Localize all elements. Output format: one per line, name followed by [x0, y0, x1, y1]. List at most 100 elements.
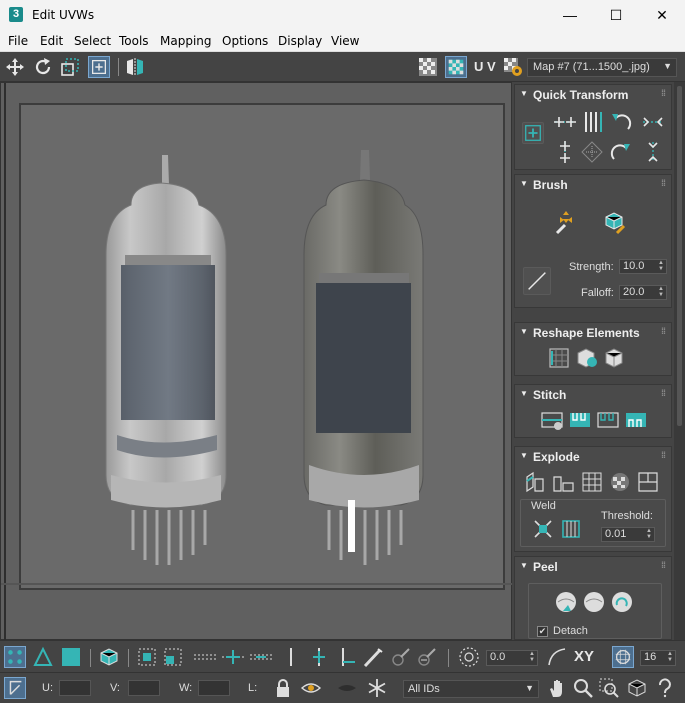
menu-file[interactable]: File — [8, 34, 28, 48]
break-icon[interactable] — [635, 469, 661, 495]
zoom-extents-icon[interactable] — [626, 677, 648, 699]
uv-texture-area[interactable] — [19, 103, 505, 590]
menu-mapping[interactable]: Mapping — [160, 34, 212, 48]
minimize-button[interactable]: — — [547, 0, 593, 30]
soft-select-icon[interactable] — [458, 646, 480, 668]
spinner-arrows-icon[interactable]: ▲ ▼ — [529, 651, 535, 663]
hide-unselected-icon[interactable] — [300, 677, 322, 699]
strength-spinner[interactable]: 10.0 ▲ ▼ — [619, 259, 667, 274]
rollout-header-brush[interactable]: ▼ Brush ⁞⁞ — [515, 175, 671, 195]
loop-grow-icon[interactable] — [308, 646, 330, 668]
detach-checkbox[interactable]: ✔ — [537, 626, 548, 637]
ring-shrink-icon[interactable] — [248, 646, 274, 668]
maximize-button[interactable]: ☐ — [593, 0, 639, 30]
flatten-checker-icon[interactable] — [607, 469, 633, 495]
paint-select-grow-icon[interactable] — [390, 646, 412, 668]
drag-grip-icon[interactable]: ⁞⁞ — [661, 450, 666, 460]
paint-select-icon[interactable] — [362, 646, 384, 668]
menu-view[interactable]: View — [331, 34, 359, 48]
rotate-icon[interactable] — [32, 56, 54, 78]
menu-options[interactable]: Options — [222, 34, 268, 48]
pan-hand-icon[interactable] — [546, 677, 568, 699]
element-select-icon[interactable] — [98, 646, 120, 668]
v-coordinate-field[interactable] — [128, 680, 160, 696]
rollout-header-peel[interactable]: ▼ Peel ⁞⁞ — [515, 557, 671, 577]
zoom-icon[interactable] — [572, 677, 594, 699]
menu-display[interactable]: Display — [278, 34, 322, 48]
grid-snap-icon[interactable] — [612, 646, 634, 668]
spinner-arrows-icon[interactable]: ▲ ▼ — [667, 651, 673, 663]
scale-icon[interactable] — [59, 56, 81, 78]
align-vertical-space-icon[interactable] — [579, 109, 605, 135]
show-map-icon[interactable] — [445, 56, 467, 78]
drag-grip-icon[interactable]: ⁞⁞ — [661, 178, 666, 188]
rollout-header-stitch[interactable]: ▼ Stitch ⁞⁞ — [515, 385, 671, 405]
panel-scrollbar[interactable] — [674, 82, 685, 640]
uv-editor-viewport[interactable] — [0, 82, 513, 641]
spinner-arrows-icon[interactable]: ▲ ▼ — [658, 286, 664, 298]
grow-selection-icon[interactable] — [136, 646, 158, 668]
drag-grip-icon[interactable]: ⁞⁞ — [661, 560, 666, 570]
help-icon[interactable] — [654, 677, 676, 699]
drag-grip-icon[interactable]: ⁞⁞ — [661, 388, 666, 398]
scrollbar-thumb[interactable] — [677, 86, 682, 426]
uv-axis-label[interactable]: U V — [474, 59, 500, 81]
peel-mode-icon[interactable] — [581, 589, 607, 615]
quick-peel-icon[interactable] — [553, 589, 579, 615]
material-id-select[interactable]: All IDs ▼ — [403, 680, 539, 698]
shrink-selection-icon[interactable] — [162, 646, 184, 668]
drag-grip-icon[interactable]: ⁞⁞ — [661, 88, 666, 98]
paint-select-shrink-icon[interactable] — [416, 646, 438, 668]
mirror-icon[interactable] — [124, 56, 146, 78]
absolute-offset-toggle-icon[interactable] — [4, 677, 26, 699]
ring-grow-icon[interactable] — [220, 646, 246, 668]
lock-icon[interactable] — [272, 677, 294, 699]
hide-icon[interactable] — [336, 677, 358, 699]
stitch-custom-icon[interactable] — [539, 407, 565, 433]
u-coordinate-field[interactable] — [59, 680, 91, 696]
loop-shrink-icon[interactable] — [336, 646, 358, 668]
falloff-spinner[interactable]: 20.0 ▲ ▼ — [619, 285, 667, 300]
flatten-by-polygon-angle-icon[interactable] — [523, 469, 549, 495]
rotate-cw-icon[interactable] — [608, 139, 634, 165]
rollout-header-explode[interactable]: ▼ Explode ⁞⁞ — [515, 447, 671, 467]
freeze-icon[interactable] — [366, 677, 388, 699]
stitch-to-target-icon[interactable] — [567, 407, 593, 433]
menu-select[interactable]: Select — [74, 34, 111, 48]
align-horizontal-icon[interactable] — [552, 109, 578, 135]
checker-display-icon[interactable] — [417, 56, 439, 78]
weld-selected-icon[interactable] — [531, 517, 555, 541]
align-vertical-icon[interactable] — [552, 139, 578, 165]
falloff-space-toggle[interactable]: XY — [574, 648, 600, 670]
polygon-select-icon[interactable] — [60, 646, 82, 668]
edge-select-icon[interactable] — [32, 646, 54, 668]
space-vertical-icon[interactable] — [640, 139, 666, 165]
freeform-icon[interactable] — [88, 56, 110, 78]
flatten-by-material-id-icon[interactable] — [579, 469, 605, 495]
stitch-average-icon[interactable] — [595, 407, 621, 433]
texture-map-select[interactable]: Map #7 (71...1500_.jpg) ▼ — [527, 58, 677, 77]
stitch-to-source-icon[interactable] — [623, 407, 649, 433]
menu-tools[interactable]: Tools — [119, 34, 149, 48]
weld-target-icon[interactable] — [559, 517, 583, 541]
relax-shape-icon[interactable] — [602, 345, 628, 371]
rollout-header-reshape[interactable]: ▼ Reshape Elements ⁞⁞ — [515, 323, 671, 343]
close-button[interactable]: ✕ — [639, 0, 685, 30]
move-icon[interactable] — [4, 56, 26, 78]
edge-loop-icon[interactable] — [280, 646, 302, 668]
flatten-by-smoothing-icon[interactable] — [551, 469, 577, 495]
brush-falloff-curve-icon[interactable] — [523, 267, 551, 295]
paint-relax-icon[interactable] — [601, 209, 627, 235]
vertex-select-icon[interactable] — [4, 646, 26, 668]
spinner-arrows-icon[interactable]: ▲ ▼ — [658, 260, 664, 272]
loop-select-icon[interactable] — [192, 646, 218, 668]
straighten-icon[interactable] — [579, 139, 605, 165]
straighten-selection-icon[interactable] — [546, 345, 572, 371]
spinner-arrows-icon[interactable]: ▲ ▼ — [646, 528, 652, 540]
space-horizontal-icon[interactable] — [640, 109, 666, 135]
map-settings-icon[interactable] — [502, 56, 524, 78]
set-pivot-icon[interactable] — [522, 122, 544, 144]
paint-move-icon[interactable] — [553, 209, 579, 235]
falloff-curve-icon[interactable] — [546, 646, 568, 668]
threshold-spinner[interactable]: 0.01 ▲ ▼ — [601, 527, 655, 542]
